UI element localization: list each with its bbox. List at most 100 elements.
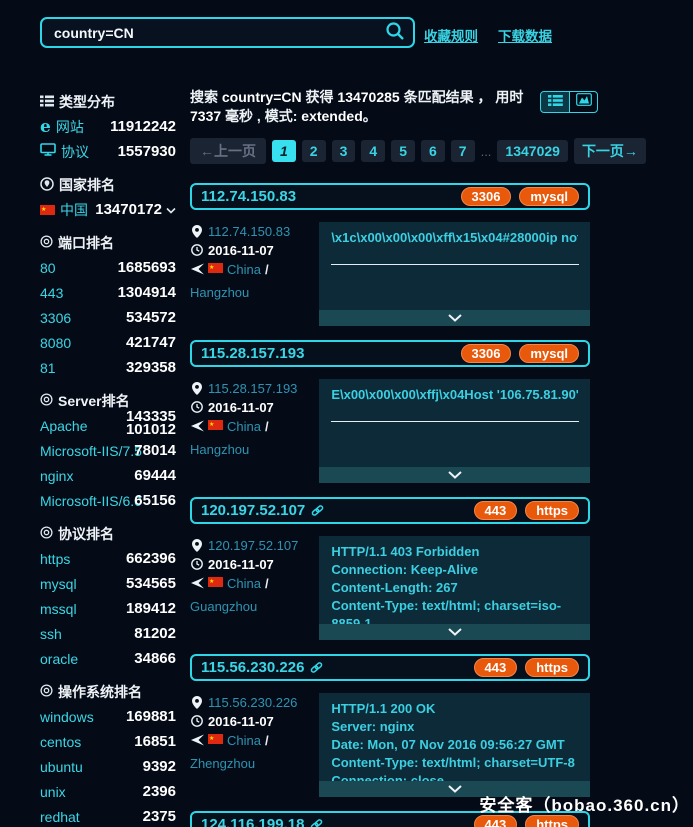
page-button-7[interactable]: 7: [450, 140, 475, 162]
next-page-button[interactable]: 下一页→: [573, 138, 646, 164]
port-badge[interactable]: 443: [473, 501, 518, 520]
section-title: 国家排名: [40, 173, 176, 197]
result-ip[interactable]: 115.28.157.193: [201, 345, 304, 362]
meta-ip[interactable]: 120.197.52.107: [208, 536, 298, 555]
meta-ip[interactable]: 115.56.230.226: [208, 693, 297, 712]
search-input[interactable]: [54, 24, 385, 41]
plane-icon: [190, 420, 204, 432]
meta-city[interactable]: Hangzhou: [190, 440, 249, 459]
section-title: 类型分布: [40, 90, 176, 114]
facet-label[interactable]: mssql: [40, 601, 77, 617]
facet-row: 80 1685693: [40, 255, 176, 280]
meta-city[interactable]: Hangzhou: [190, 283, 249, 302]
banner-line: Content-Type: text/html; charset=UTF-8: [331, 755, 575, 770]
protocol-badge[interactable]: mysql: [519, 187, 579, 206]
page-button-2[interactable]: 2: [301, 140, 326, 162]
meta-city[interactable]: Guangzhou: [190, 597, 257, 616]
result-ip[interactable]: 124.116.199.18: [201, 816, 304, 827]
result-ip[interactable]: 115.56.230.226: [201, 659, 304, 676]
port-badge[interactable]: 443: [473, 658, 518, 677]
page-button-3[interactable]: 3: [331, 140, 356, 162]
port-badge[interactable]: 3306: [460, 187, 512, 206]
port-badge[interactable]: 3306: [460, 344, 512, 363]
facet-row: 443 1304914: [40, 280, 176, 305]
facet-label[interactable]: 协议: [61, 142, 89, 162]
facet-label[interactable]: centos: [40, 734, 81, 750]
facet-label[interactable]: 3306: [40, 310, 71, 326]
meta-city[interactable]: Zhengzhou: [190, 754, 255, 773]
meta-country[interactable]: China: [227, 731, 261, 750]
section-os-rank: 操作系统排名 windows 169881 centos 16851 ubuntu 9…: [40, 680, 176, 827]
facet-label[interactable]: nginx: [40, 468, 73, 484]
link-icon[interactable]: [310, 661, 323, 674]
top-links: 收藏规则 下载数据: [424, 25, 552, 45]
facet-label[interactable]: Microsoft-IIS/7.5: [40, 443, 142, 459]
facet-label[interactable]: mysql: [40, 576, 77, 592]
page-ellipsis: ...: [480, 143, 492, 159]
facet-label[interactable]: 网站: [56, 117, 84, 137]
facet-label[interactable]: 443: [40, 285, 63, 301]
facet-label[interactable]: 80: [40, 260, 56, 276]
meta-country[interactable]: China: [227, 417, 261, 436]
protocol-badge[interactable]: https: [525, 815, 579, 827]
port-badge[interactable]: 443: [473, 815, 518, 827]
expand-banner-button[interactable]: [319, 467, 590, 483]
facet-label[interactable]: unix: [40, 784, 66, 800]
link-icon[interactable]: [310, 818, 323, 827]
banner-line: Connection: Keep-Alive: [331, 562, 478, 577]
meta-country[interactable]: China: [227, 260, 261, 279]
section-title: 操作系统排名: [40, 680, 176, 704]
clock-icon: [190, 715, 204, 727]
globe-icon: [40, 176, 54, 194]
facet-label[interactable]: ssh: [40, 626, 62, 642]
meta-date: 2016-11-07: [208, 557, 274, 572]
section-server-rank: Server排名 Apache 143335 101012 Microsoft-…: [40, 389, 176, 513]
result-ip[interactable]: 112.74.150.83: [201, 188, 296, 205]
expand-banner-button[interactable]: [319, 624, 590, 640]
location-pin-icon: [190, 539, 204, 552]
meta-ip[interactable]: 112.74.150.83: [208, 222, 290, 241]
link-icon[interactable]: [311, 504, 324, 517]
result-ip[interactable]: 120.197.52.107: [201, 502, 305, 519]
facet-count: 69444: [134, 467, 176, 484]
result-card: 112.74.150.83 3306 mysql 112.74.150.83 2…: [190, 183, 590, 326]
chart-view-button[interactable]: [569, 92, 597, 112]
search-button[interactable]: [385, 21, 405, 44]
facet-label[interactable]: oracle: [40, 651, 78, 667]
page-button-6[interactable]: 6: [420, 140, 445, 162]
page-button-5[interactable]: 5: [391, 140, 415, 162]
protocol-badge[interactable]: mysql: [519, 344, 579, 363]
list-view-button[interactable]: [541, 92, 569, 112]
page-button-1[interactable]: 1: [272, 140, 296, 162]
meta-country[interactable]: China: [227, 574, 261, 593]
expand-banner-button[interactable]: [319, 310, 590, 326]
facet-label[interactable]: 8080: [40, 335, 71, 351]
facet-count: 1557930: [117, 143, 176, 160]
banner-line: HTTP/1.1 403 Forbidden: [331, 544, 480, 559]
save-rule-link[interactable]: 收藏规则: [424, 25, 478, 45]
protocol-badge[interactable]: https: [525, 658, 579, 677]
facet-label[interactable]: windows: [40, 709, 94, 725]
last-page-button[interactable]: 1347029: [497, 140, 568, 162]
chevron-down-icon[interactable]: [166, 201, 176, 219]
clock-icon: [190, 558, 204, 570]
facet-label[interactable]: 中国: [60, 200, 88, 220]
protocol-badge[interactable]: https: [525, 501, 579, 520]
facet-sidebar: 类型分布 e 网站 11912242 协议 1557930 国家排名 ★ 中国: [40, 90, 176, 827]
facet-label[interactable]: Apache: [40, 418, 87, 434]
facet-label[interactable]: redhat: [40, 809, 80, 825]
facet-label[interactable]: Microsoft-IIS/6.0: [40, 493, 142, 509]
banner-panel: \x1c\x00\x00\x00\xff\x15\x04#28000ip not…: [319, 222, 590, 326]
facet-row: 81 329358: [40, 355, 176, 380]
facet-label[interactable]: 81: [40, 360, 56, 376]
prev-page-button[interactable]: ←上一页: [190, 138, 266, 164]
download-data-link[interactable]: 下载数据: [498, 25, 552, 45]
facet-label[interactable]: https: [40, 551, 70, 567]
page-button-4[interactable]: 4: [361, 140, 386, 162]
facet-row: mssql 189412: [40, 596, 176, 621]
plane-icon: [190, 263, 204, 275]
facet-label[interactable]: ubuntu: [40, 759, 83, 775]
meta-ip[interactable]: 115.28.157.193: [208, 379, 297, 398]
result-card: 115.28.157.193 3306 mysql 115.28.157.193…: [190, 340, 590, 483]
location-pin-icon: [190, 225, 204, 238]
